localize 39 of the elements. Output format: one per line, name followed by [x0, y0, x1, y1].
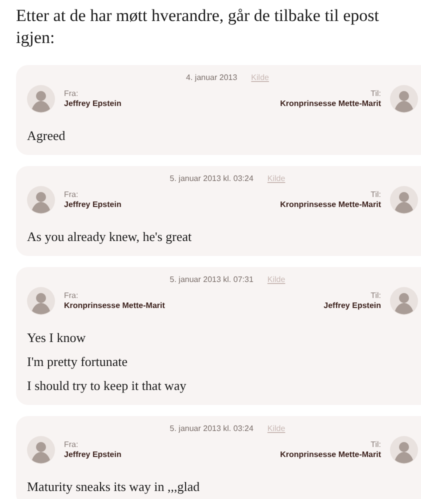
- source-link[interactable]: Kilde: [251, 72, 269, 84]
- sender-name: Jeffrey Epstein: [64, 200, 122, 210]
- to-label: Til:: [370, 190, 381, 200]
- message-text: Agreed: [27, 127, 66, 145]
- recipient-name: Kronprinsesse Mette-Marit: [280, 200, 381, 210]
- sender-name: Kronprinsesse Mette-Marit: [64, 301, 165, 311]
- avatar-icon: [27, 436, 55, 464]
- from-label: Fra:: [64, 190, 80, 200]
- email-date: 4. januar 2013: [186, 72, 238, 84]
- avatar-icon: [390, 287, 418, 315]
- email-date: 5. januar 2013 kl. 03:24: [170, 173, 254, 185]
- avatar-icon: [27, 186, 55, 214]
- avatar-icon: [27, 85, 55, 113]
- intro-text: Etter at de har møtt hverandre, går de tilbake til epost igjen:: [15, 5, 380, 49]
- message-text: Yes I know: [27, 329, 87, 347]
- sender-name: Jeffrey Epstein: [64, 450, 122, 460]
- message-text: I'm pretty fortunate: [27, 353, 129, 371]
- to-label: Til:: [370, 89, 381, 99]
- from-label: Fra:: [64, 291, 80, 301]
- to-label: Til:: [370, 440, 381, 450]
- avatar-icon: [27, 287, 55, 315]
- recipient-name: Kronprinsesse Mette-Marit: [280, 450, 381, 460]
- avatar-icon: [390, 85, 418, 113]
- avatar-icon: [390, 436, 418, 464]
- message-text: I should try to keep it that way: [27, 377, 188, 395]
- email-date: 5. januar 2013 kl. 03:24: [170, 423, 254, 435]
- recipient-name: Kronprinsesse Mette-Marit: [280, 99, 381, 109]
- email-date: 5. januar 2013 kl. 07:31: [170, 274, 254, 286]
- source-link[interactable]: Kilde: [267, 423, 286, 435]
- to-label: Til:: [370, 291, 381, 301]
- from-label: Fra:: [64, 89, 80, 99]
- recipient-name: Jeffrey Epstein: [324, 301, 381, 311]
- message-text: As you already knew, he's great: [27, 228, 193, 246]
- sender-name: Jeffrey Epstein: [64, 99, 122, 109]
- avatar-icon: [390, 186, 418, 214]
- from-label: Fra:: [64, 440, 80, 450]
- source-link[interactable]: Kilde: [267, 274, 286, 286]
- message-text: Maturity sneaks its way in ,,,glad: [27, 478, 201, 496]
- source-link[interactable]: Kilde: [267, 173, 286, 185]
